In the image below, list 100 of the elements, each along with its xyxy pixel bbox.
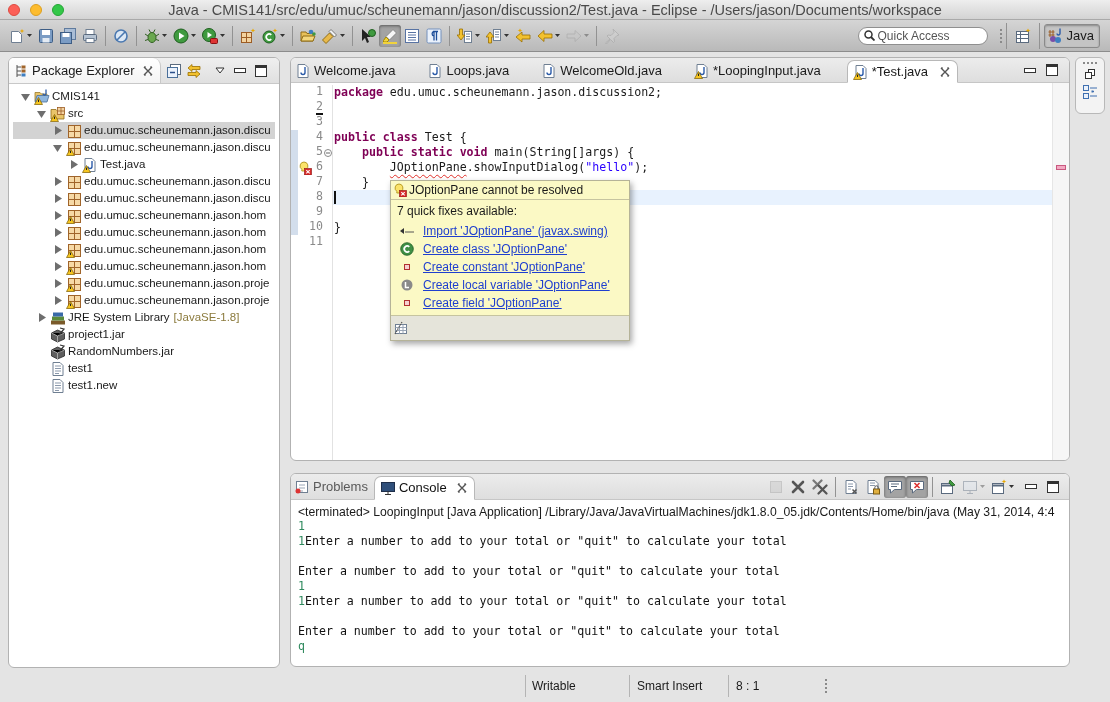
tree-item[interactable]: edu.umuc.scheunemann.jason.discu	[13, 122, 275, 139]
maximize-icon[interactable]	[254, 64, 267, 77]
tree-item[interactable]: project1.jar	[13, 326, 275, 343]
dotted-handle-icon[interactable]	[825, 679, 827, 693]
line-number: 1	[316, 85, 323, 100]
editor-tab[interactable]: *LoopingInput.java	[689, 59, 849, 82]
quick-fix-link[interactable]: Create field 'JOptionPane'	[423, 295, 562, 311]
triangle-down-icon[interactable]	[53, 143, 62, 152]
line-number: 8	[316, 190, 323, 205]
triangle-right-icon[interactable]	[53, 211, 62, 220]
maximize-icon[interactable]	[1046, 64, 1058, 76]
console-line: 1	[298, 579, 305, 594]
code-line: JOptionPane.showInputDialog("hello");	[388, 160, 649, 175]
tree-item[interactable]: Test.java	[13, 156, 275, 173]
editor-tab[interactable]: Welcome.java	[291, 59, 424, 82]
caret-down-icon	[555, 34, 560, 37]
circle-c-plus-icon	[262, 27, 278, 44]
view-menu-icon[interactable]	[214, 67, 225, 74]
console-line: 1	[298, 519, 305, 534]
toolbar-button[interactable]	[884, 475, 906, 498]
tree-item[interactable]: edu.umuc.scheunemann.jason.proje	[13, 292, 275, 309]
minus-circle-icon[interactable]	[323, 148, 332, 157]
triangle-right-icon[interactable]	[53, 279, 62, 288]
monitor-icon	[962, 478, 978, 495]
status-text: Smart Insert	[637, 678, 703, 695]
view-tab[interactable]: Package Explorer	[9, 58, 161, 83]
window-close-button[interactable]	[8, 3, 20, 16]
triangle-right-icon[interactable]	[53, 262, 62, 271]
tree-item[interactable]: test1	[13, 360, 275, 377]
code-line: package edu.umuc.scheunemann.jason.discussion2;	[333, 85, 663, 100]
console-line: 1Enter a number to add to your total or "quit" to calculate your total	[298, 594, 787, 609]
close-icon[interactable]	[142, 65, 153, 76]
caret-down-icon	[340, 34, 345, 37]
tree-item[interactable]: edu.umuc.scheunemann.jason.hom	[13, 207, 275, 224]
console-line: 1Enter a number to add to your total or "quit" to calculate your total	[298, 534, 787, 549]
close-icon[interactable]	[456, 483, 467, 493]
tree-item[interactable]: edu.umuc.scheunemann.jason.hom	[13, 241, 275, 258]
editor-tab[interactable]: WelcomeOld.java	[537, 59, 690, 82]
perspective-button[interactable]: Java	[1043, 23, 1100, 48]
close-icon[interactable]	[940, 66, 950, 77]
window-zoom-button[interactable]	[52, 3, 64, 16]
tree-item[interactable]: test1.new	[13, 377, 275, 394]
maximize-icon[interactable]	[1047, 480, 1059, 493]
play-circle-icon	[173, 27, 189, 44]
code-line: }	[333, 220, 341, 235]
line-number: 3	[316, 115, 323, 130]
error-marker[interactable]	[1056, 165, 1066, 170]
link-arrows-icon[interactable]	[186, 63, 201, 78]
outline-icon[interactable]	[1082, 84, 1098, 100]
status-text: Writable	[532, 678, 576, 695]
triangle-down-icon[interactable]	[21, 92, 30, 101]
quick-fix-link[interactable]: Import 'JOptionPane' (javax.swing)	[423, 223, 608, 239]
dotted-handle-icon[interactable]	[1083, 62, 1097, 64]
quick-access-field[interactable]: Quick Access	[857, 26, 988, 45]
triangle-right-icon[interactable]	[37, 313, 46, 322]
tree-item[interactable]: edu.umuc.scheunemann.jason.discu	[13, 173, 275, 190]
quick-fix-link[interactable]: Create local variable 'JOptionPane'	[423, 277, 610, 293]
tree-item[interactable]: edu.umuc.scheunemann.jason.hom	[13, 224, 275, 241]
toolbar-button[interactable]	[906, 475, 928, 498]
minimize-icon[interactable]	[1025, 484, 1037, 489]
triangle-right-icon[interactable]	[53, 177, 62, 186]
triangle-right-icon[interactable]	[53, 194, 62, 203]
tree-item[interactable]: src	[13, 105, 275, 122]
tree-item[interactable]: edu.umuc.scheunemann.jason.proje	[13, 275, 275, 292]
highlighter-icon	[382, 27, 398, 44]
window-pin-icon	[940, 478, 956, 495]
tree-item[interactable]: edu.umuc.scheunemann.jason.discu	[13, 139, 275, 156]
editor-tab[interactable]: Loops.java	[423, 59, 538, 82]
tree-item[interactable]: RandomNumbers.jar	[13, 343, 275, 360]
triangle-right-icon[interactable]	[53, 228, 62, 237]
tree-item[interactable]: edu.umuc.scheunemann.jason.discu	[13, 190, 275, 207]
code-line: public class Test {	[333, 130, 467, 145]
line-number: 4	[316, 130, 323, 145]
dotted-handle-icon[interactable]	[999, 28, 1002, 43]
console-header: <terminated> LoopingInput [Java Application] /Library/Java/JavaVirtualMachines/jdk1.8.0_05.jdk/Contents/Home/bin/java (May 31, 2014, 4:4	[298, 505, 1055, 519]
tree-item[interactable]: CMIS141	[13, 88, 275, 105]
triangle-right-icon[interactable]	[53, 126, 62, 135]
minimize-icon[interactable]	[233, 68, 246, 73]
triangle-right-icon[interactable]	[69, 160, 78, 169]
quick-fix-link[interactable]: Create class 'JOptionPane'	[423, 241, 567, 257]
view-tab[interactable]: Problems	[291, 475, 374, 499]
new-file-icon	[9, 27, 25, 44]
caret-down-icon	[27, 34, 32, 37]
collapse-all-icon[interactable]	[166, 63, 181, 78]
triangle-down-icon[interactable]	[37, 109, 46, 118]
minimize-icon[interactable]	[1024, 67, 1036, 73]
editor-tab[interactable]: *Test.java	[846, 60, 958, 83]
arrow-up-document-icon	[486, 27, 502, 44]
console-line: Enter a number to add to your total or "quit" to calculate your total	[298, 624, 780, 639]
restore-icon[interactable]	[1085, 69, 1095, 79]
caret-down-icon	[280, 34, 285, 37]
arrow-right-icon	[566, 27, 582, 44]
triangle-right-icon[interactable]	[53, 245, 62, 254]
tree-item[interactable]: JRE System Library [JavaSE-1.8]	[13, 309, 275, 326]
tree-item[interactable]: edu.umuc.scheunemann.jason.hom	[13, 258, 275, 275]
quick-fix-link[interactable]: Create constant 'JOptionPane'	[423, 259, 585, 275]
flashlight-icon	[322, 27, 338, 44]
document-lock-icon	[865, 478, 881, 495]
view-tab[interactable]: Console	[373, 476, 475, 500]
triangle-right-icon[interactable]	[53, 296, 62, 305]
